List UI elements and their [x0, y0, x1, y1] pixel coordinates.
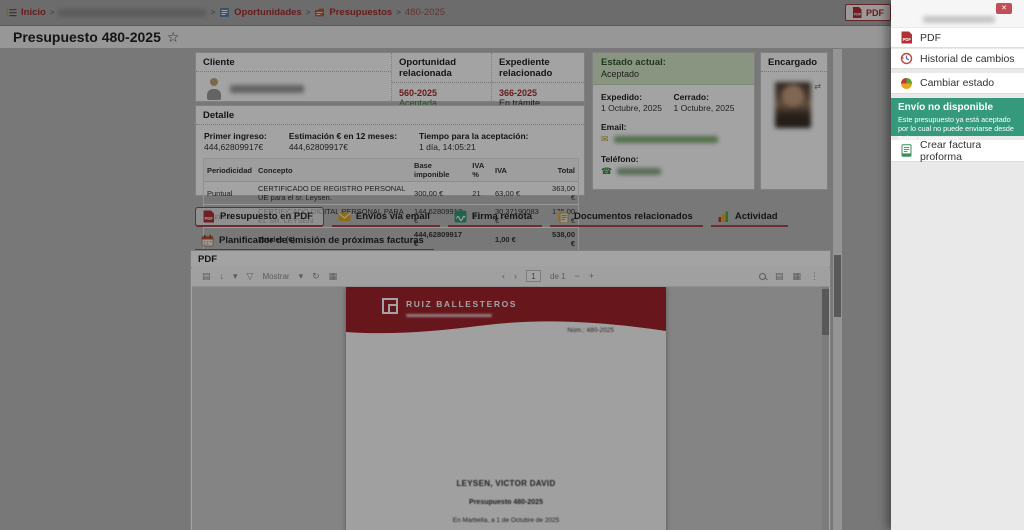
drawer-title-redacted: [923, 16, 995, 23]
send-unavailable-notice: Envío no disponible Este presupuesto ya …: [891, 98, 1024, 136]
drawer-item-create-proforma[interactable]: Crear factura proforma: [891, 140, 1024, 162]
actions-drawer: ✕ PDF PDF Historial de cambios Cambiar e…: [891, 0, 1024, 530]
drawer-item-change-state[interactable]: Cambiar estado: [891, 73, 1024, 94]
drawer-item-label: Historial de cambios: [920, 53, 1015, 65]
change-state-icon: [900, 77, 913, 90]
drawer-item-history[interactable]: Historial de cambios: [891, 49, 1024, 69]
history-icon: [900, 52, 913, 65]
dim-overlay: [0, 0, 1024, 530]
drawer-header: ✕: [891, 0, 1024, 27]
drawer-item-label: PDF: [920, 32, 941, 44]
drawer-item-pdf[interactable]: PDF PDF: [891, 28, 1024, 48]
drawer-item-label: Cambiar estado: [920, 77, 994, 89]
drawer-item-label: Crear factura proforma: [920, 139, 1024, 163]
app-root: Inicio > > Oportunidades > Presupuestos …: [0, 0, 1024, 530]
svg-text:PDF: PDF: [903, 37, 912, 42]
proforma-invoice-icon: [900, 144, 913, 157]
notice-title: Envío no disponible: [898, 102, 1017, 113]
pdf-file-icon: PDF: [900, 31, 913, 44]
close-icon[interactable]: ✕: [996, 3, 1012, 14]
